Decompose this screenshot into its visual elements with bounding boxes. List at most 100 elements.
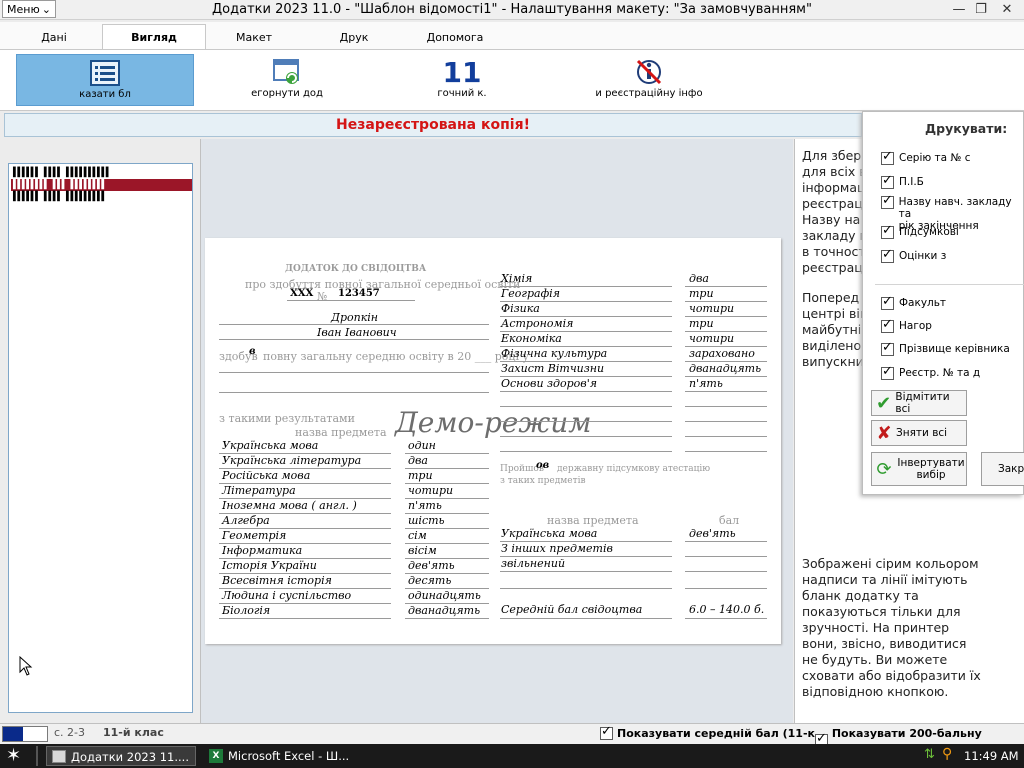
- print-option[interactable]: Серію та № с: [881, 149, 971, 165]
- uncheck-all-button[interactable]: ✘ Зняти всі: [871, 420, 967, 446]
- registration-info-icon: [590, 58, 708, 86]
- study-line-b: повну загальну середню освіту в 20 ___ р…: [263, 350, 529, 363]
- tab-layout[interactable]: Макет: [212, 26, 296, 49]
- help-paragraph-1: Для збере для всіх в інформац реєстрац Назву…: [802, 148, 869, 276]
- close-button[interactable]: ✕: [992, 0, 1022, 20]
- tab-help[interactable]: Допомога: [410, 26, 500, 49]
- ribbon-tabs: Дані Вигляд Макет Друк Допомога: [0, 22, 1024, 50]
- surname: Дропкін: [331, 311, 379, 324]
- page-indicator: с. 2-3: [54, 726, 86, 739]
- help-text-line: реєстрац: [802, 196, 863, 211]
- help-text-line: реєстрац: [802, 260, 863, 275]
- help-text-line: показуються тільки для: [802, 604, 961, 619]
- zoom-fill: [3, 727, 23, 741]
- subject-name: Алгебра: [222, 514, 270, 527]
- registration-info-label: и реєстраційну інфо: [595, 88, 703, 99]
- app-window-icon: [52, 750, 66, 763]
- print-option[interactable]: П.І.Б: [881, 173, 924, 189]
- row-line: [685, 406, 767, 407]
- popup-divider: [875, 284, 1024, 285]
- help-text-line: бланк додатку та: [802, 588, 919, 603]
- row-line: [685, 421, 767, 422]
- number-11-icon: 11: [442, 55, 482, 89]
- document-sheet: ДОДАТОК ДО СВІДОЦТВА про здобуття повної…: [205, 238, 781, 644]
- subject-grade: зараховано: [689, 347, 755, 360]
- demo-watermark: Демо-режим: [395, 406, 592, 439]
- list-item[interactable]: ▌▌▌▌▌▌ ▌▌▌▌ ▌▌▌▌▌▌▌▌▌▌: [11, 167, 192, 179]
- exact-class-label: гочний к.: [437, 88, 487, 99]
- print-option-label: Серію та № с: [899, 152, 971, 164]
- checkbox-checked[interactable]: [881, 317, 894, 333]
- checkbox-checked[interactable]: [881, 364, 894, 380]
- menu-label: Меню: [7, 2, 40, 16]
- print-option[interactable]: Реєстр. № та д: [881, 364, 980, 380]
- print-option[interactable]: Факульт: [881, 294, 947, 310]
- subject-grade: дванадцять: [408, 604, 481, 617]
- invert-selection-label: Інвертувати вибір: [897, 457, 965, 481]
- checkbox-checked[interactable]: [881, 294, 894, 310]
- subject-name: Інформатика: [222, 544, 303, 557]
- show-blank-button[interactable]: казати бл: [16, 54, 194, 106]
- results-caption: з такими результатами: [219, 412, 355, 425]
- average-value: 6.0 – 140.0 б.: [689, 603, 765, 616]
- checkbox-checked[interactable]: [881, 193, 894, 209]
- series: ХХХ: [290, 288, 314, 299]
- flip-page-button[interactable]: егорнути дод: [232, 54, 342, 106]
- exact-class-button[interactable]: 11 гочний к.: [420, 54, 504, 106]
- print-option[interactable]: Підсумкові: [881, 223, 959, 239]
- taskbar-item-excel[interactable]: X Microsoft Excel - Ш...: [204, 746, 354, 766]
- help-text-line: не будуть. Ви можете: [802, 652, 948, 667]
- row-line: [500, 451, 672, 452]
- network-icon[interactable]: ⇅: [924, 747, 935, 762]
- checkbox-checked[interactable]: [881, 247, 894, 263]
- subject-grade: п'ять: [408, 499, 442, 512]
- average-label: Середній бал свідоцтва: [501, 603, 643, 616]
- list-item-selected[interactable]: ▌▌▌▌▌▌▌▌ ▌▌▌ ▌▌▌▌▌▌▌▌: [11, 179, 192, 191]
- attest-line-c: з таких предметів: [500, 476, 586, 486]
- help-text-line: в точност: [802, 244, 866, 259]
- checkbox-checked[interactable]: [881, 173, 894, 189]
- uncheck-all-label: Зняти всі: [896, 427, 948, 439]
- search-icon[interactable]: ⚲: [942, 746, 952, 762]
- tab-print[interactable]: Друк: [314, 26, 394, 49]
- print-option-label: Факульт: [899, 297, 947, 309]
- check-all-button[interactable]: ✔ Відмітити всі: [871, 390, 967, 416]
- taskbar-item-label: Microsoft Excel - Ш...: [228, 749, 350, 763]
- subject-grade: два: [689, 272, 709, 285]
- row-line: [685, 541, 767, 542]
- attest-mark: ов: [536, 460, 550, 471]
- row-line: [500, 421, 672, 422]
- checkbox-checked[interactable]: [881, 340, 894, 356]
- print-option[interactable]: Оцінки з: [881, 247, 947, 263]
- title-bar: Додатки 2023 11.0 - "Шаблон відомості1" …: [0, 0, 1024, 20]
- subject-name: Економіка: [501, 332, 562, 345]
- show-average-toggle[interactable]: Показувати середній бал (11-ка): [600, 724, 827, 740]
- attest-subject: звільнений: [501, 557, 566, 570]
- print-option[interactable]: Нагор: [881, 317, 932, 333]
- subject-grade: шість: [408, 514, 445, 527]
- registration-info-button[interactable]: и реєстраційну інфо: [590, 54, 708, 106]
- menu-button[interactable]: Меню ⌄: [2, 0, 56, 18]
- row-line: [219, 618, 391, 619]
- help-text-line: відповідною кнопкою.: [802, 684, 949, 699]
- print-option[interactable]: Прізвище керівника: [881, 340, 1010, 356]
- close-popup-button[interactable]: Закр: [981, 452, 1024, 486]
- subject-name: Людина і суспільство: [222, 589, 352, 602]
- list-item[interactable]: ▌▌▌▌▌▌ ▌▌▌▌ ▌▌▌▌▌▌▌▌▌: [11, 191, 192, 203]
- tab-view[interactable]: Вигляд: [102, 24, 206, 50]
- tab-data[interactable]: Дані: [10, 26, 98, 49]
- print-option-label: Прізвище керівника: [899, 343, 1010, 355]
- checkbox-checked[interactable]: [881, 149, 894, 165]
- taskbar-item-dodatky[interactable]: Додатки 2023 11....: [46, 746, 196, 766]
- invert-selection-button[interactable]: ⟳ Інвертувати вибір: [871, 452, 967, 486]
- flip-page-label: егорнути дод: [251, 88, 323, 99]
- checkbox-checked[interactable]: [881, 223, 894, 239]
- subject-caption: назва предмета: [295, 426, 387, 439]
- show-average-checkbox[interactable]: [600, 724, 613, 740]
- print-option-label: Оцінки з: [899, 250, 947, 262]
- start-star-icon[interactable]: ✶: [6, 745, 21, 766]
- row-line: [685, 436, 767, 437]
- student-list[interactable]: ▌▌▌▌▌▌ ▌▌▌▌ ▌▌▌▌▌▌▌▌▌▌ ▌▌▌▌▌▌▌▌ ▌▌▌ ▌▌▌▌…: [8, 163, 193, 713]
- unregistered-banner: Незареєстрована копія!: [4, 113, 862, 137]
- subject-name: Основи здоров'я: [501, 377, 597, 390]
